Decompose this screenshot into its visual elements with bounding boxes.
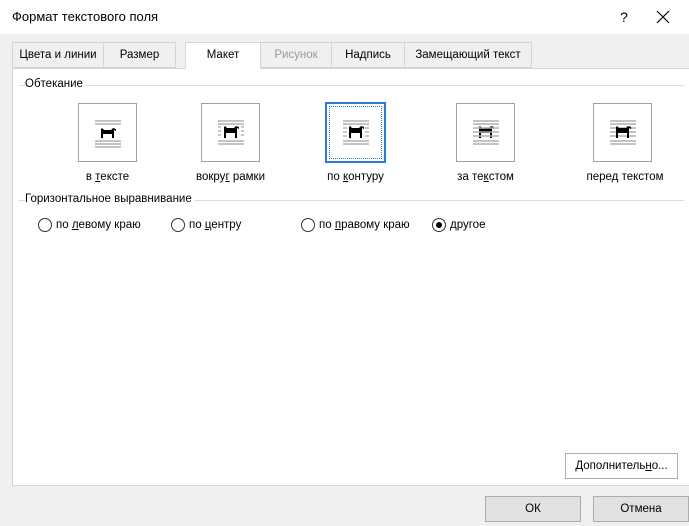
tab-label: Макет bbox=[206, 49, 240, 61]
tab-label: Надпись bbox=[345, 49, 391, 61]
tab-layout[interactable]: Макет bbox=[185, 42, 261, 69]
close-icon bbox=[656, 10, 670, 24]
align-right-label: по правому краю bbox=[319, 219, 410, 231]
tab-picture: Рисунок bbox=[260, 42, 332, 68]
title-bar: Формат текстового поля ? bbox=[0, 0, 689, 34]
tab-alt-text[interactable]: Замещающий текст bbox=[404, 42, 532, 68]
inline-wrap-icon bbox=[94, 119, 121, 148]
tab-size[interactable]: Размер bbox=[103, 42, 176, 68]
wrap-front-option[interactable] bbox=[593, 103, 652, 162]
ok-button[interactable]: ОК bbox=[485, 496, 581, 522]
align-other-radio[interactable]: другое bbox=[432, 217, 485, 233]
radio-circle bbox=[301, 218, 315, 232]
dialog-title: Формат текстового поля bbox=[12, 9, 159, 24]
advanced-label: Дополнительно... bbox=[575, 460, 668, 472]
wrap-inline-label: в тексте bbox=[85, 171, 130, 183]
align-center-radio[interactable]: по центру bbox=[171, 217, 241, 233]
align-left-label: по левому краю bbox=[56, 219, 141, 231]
align-left-radio[interactable]: по левому краю bbox=[38, 217, 141, 233]
tight-wrap-icon bbox=[342, 119, 369, 145]
align-right-radio[interactable]: по правому краю bbox=[301, 217, 410, 233]
wrap-tight-label: по контуру bbox=[327, 171, 384, 183]
wrap-square-option[interactable] bbox=[201, 103, 260, 162]
align-other-label: другое bbox=[450, 219, 486, 231]
tab-label: Размер bbox=[119, 49, 160, 61]
wrap-square-label: вокруг рамки bbox=[196, 171, 265, 183]
wrapping-group-label: Обтекание bbox=[25, 78, 86, 90]
behind-text-icon bbox=[472, 119, 499, 145]
tab-colors-lines[interactable]: Цвета и линии bbox=[12, 42, 104, 68]
wrap-tight-option[interactable] bbox=[325, 102, 386, 163]
radio-circle bbox=[171, 218, 185, 232]
wrapping-group-line bbox=[19, 85, 684, 86]
tab-label: Цвета и линии bbox=[19, 49, 97, 61]
tab-textbox[interactable]: Надпись bbox=[331, 42, 405, 68]
help-button[interactable]: ? bbox=[612, 6, 636, 28]
square-wrap-icon bbox=[217, 119, 244, 145]
layout-panel: Обтекание в тексте вокруг рамки по конту… bbox=[12, 68, 689, 486]
align-center-label: по центру bbox=[189, 219, 242, 231]
tab-label: Рисунок bbox=[274, 49, 318, 61]
close-button[interactable] bbox=[648, 4, 678, 30]
in-front-text-icon bbox=[609, 119, 636, 145]
tab-label: Замещающий текст bbox=[415, 49, 521, 61]
wrap-front-label: перед текстом bbox=[586, 171, 664, 183]
advanced-button[interactable]: Дополнительно... bbox=[565, 453, 678, 479]
radio-circle-checked bbox=[432, 218, 446, 232]
wrap-inline-option[interactable] bbox=[78, 103, 137, 162]
radio-circle bbox=[38, 218, 52, 232]
alignment-group-label: Горизонтальное выравнивание bbox=[25, 193, 195, 205]
cancel-button[interactable]: Отмена bbox=[593, 496, 689, 522]
wrap-behind-label: за текстом bbox=[457, 171, 514, 183]
wrap-behind-option[interactable] bbox=[456, 103, 515, 162]
